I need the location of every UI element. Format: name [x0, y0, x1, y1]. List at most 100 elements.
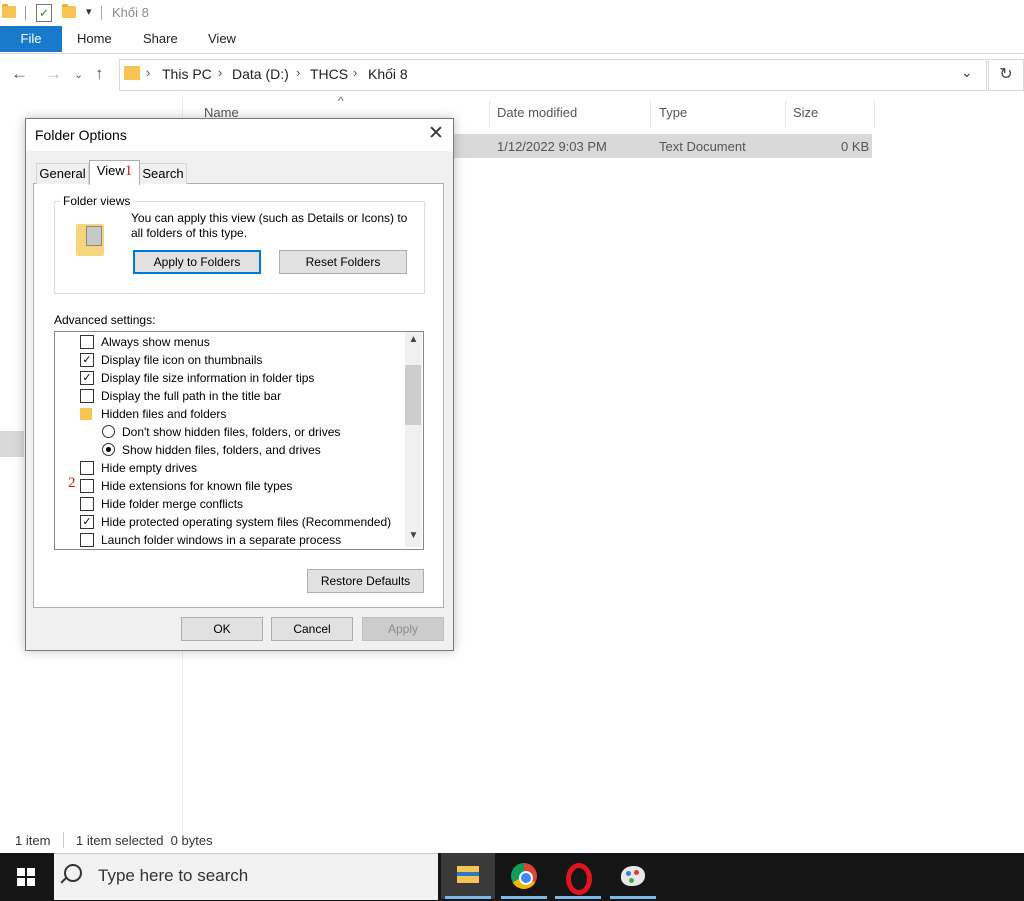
- checkbox[interactable]: [80, 389, 94, 403]
- sort-ascending-icon: ^: [338, 94, 344, 108]
- reset-folders-button[interactable]: Reset Folders: [279, 250, 407, 274]
- tab-view-options[interactable]: View1: [89, 160, 140, 185]
- tab-view[interactable]: View: [208, 26, 236, 52]
- apply-button[interactable]: Apply: [362, 617, 444, 641]
- setting-row[interactable]: Always show menus: [80, 333, 402, 351]
- title-divider: [25, 6, 26, 20]
- paint-icon[interactable]: [606, 853, 660, 899]
- chevron-right-icon[interactable]: ›: [353, 65, 357, 80]
- file-size: 0 KB: [841, 139, 870, 154]
- breadcrumb-current[interactable]: Khối 8: [368, 66, 408, 82]
- setting-label: Show hidden files, folders, and drives: [122, 443, 321, 457]
- column-header-date[interactable]: Date modified: [497, 105, 577, 120]
- checkbox[interactable]: [80, 479, 94, 493]
- column-header-size[interactable]: Size: [793, 105, 818, 120]
- title-divider: [101, 6, 102, 20]
- checkbox-checked[interactable]: ✓: [80, 353, 94, 367]
- properties-icon[interactable]: ✓: [36, 4, 52, 22]
- checkbox-checked[interactable]: ✓: [80, 515, 94, 529]
- tab-file[interactable]: File: [0, 26, 62, 52]
- breadcrumb-thcs[interactable]: THCS: [310, 66, 348, 82]
- ok-button[interactable]: OK: [181, 617, 263, 641]
- setting-row[interactable]: Hide empty drives: [80, 459, 402, 477]
- setting-row[interactable]: Hidden files and folders: [80, 405, 402, 423]
- annotation-marker-2: 2: [68, 475, 76, 491]
- setting-label: Hide folder merge conflicts: [101, 497, 244, 511]
- search-icon: [64, 864, 82, 882]
- setting-row[interactable]: ✓ Display file icon on thumbnails: [80, 351, 402, 369]
- column-divider[interactable]: [489, 100, 490, 128]
- radio-button[interactable]: [102, 425, 115, 438]
- tab-view-label: View: [96, 163, 125, 178]
- setting-label: Launch folder windows in a separate proc…: [101, 533, 342, 547]
- forward-icon[interactable]: →: [45, 64, 62, 84]
- chevron-down-icon[interactable]: ⌄: [961, 64, 973, 81]
- breadcrumb-this-pc[interactable]: This PC: [162, 66, 212, 82]
- tab-home[interactable]: Home: [77, 26, 112, 52]
- scrollbar-thumb[interactable]: [405, 365, 421, 425]
- chevron-right-icon[interactable]: ›: [218, 65, 222, 80]
- setting-row[interactable]: ✓ Display file size information in folder…: [80, 369, 402, 387]
- opera-icon[interactable]: [551, 853, 605, 899]
- close-icon[interactable]: ✕: [424, 122, 448, 146]
- apply-to-folders-button[interactable]: Apply to Folders: [133, 250, 261, 274]
- column-divider[interactable]: [650, 100, 651, 128]
- scroll-down-icon[interactable]: ▼: [405, 530, 422, 546]
- folder-icon: [2, 4, 16, 18]
- checkbox[interactable]: [80, 533, 94, 547]
- folder-views-icon: [76, 224, 104, 256]
- scroll-up-icon[interactable]: ▲: [405, 334, 422, 350]
- setting-label: Hidden files and folders: [101, 407, 227, 421]
- setting-row[interactable]: Hide folder merge conflicts: [80, 495, 402, 513]
- chevron-right-icon[interactable]: ›: [296, 65, 300, 80]
- status-divider: [63, 832, 64, 848]
- setting-label: Display file icon on thumbnails: [101, 353, 263, 367]
- setting-label: Don't show hidden files, folders, or dri…: [122, 425, 341, 439]
- setting-label: Display file size information in folder …: [101, 371, 315, 385]
- setting-row[interactable]: Show hidden files, folders, and drives: [102, 441, 402, 459]
- recent-locations-icon[interactable]: ⌄: [74, 68, 83, 81]
- file-type: Text Document: [659, 139, 746, 154]
- column-divider[interactable]: [785, 100, 786, 128]
- advanced-settings-label: Advanced settings:: [54, 313, 156, 327]
- tab-share[interactable]: Share: [143, 26, 178, 52]
- tab-general[interactable]: General: [36, 163, 89, 184]
- cancel-button[interactable]: Cancel: [271, 617, 353, 641]
- window-title: Khối 8: [112, 5, 149, 20]
- radio-selected[interactable]: [102, 443, 115, 456]
- new-folder-icon[interactable]: [62, 4, 76, 18]
- checkbox[interactable]: [80, 335, 94, 349]
- chrome-icon[interactable]: [497, 853, 551, 899]
- annotation-marker-1: 1: [124, 163, 133, 179]
- setting-label: Always show menus: [101, 335, 210, 349]
- refresh-icon[interactable]: ↻: [988, 59, 1024, 91]
- setting-row[interactable]: Don't show hidden files, folders, or dri…: [102, 423, 402, 441]
- setting-row[interactable]: ✓ Hide protected operating system files (…: [80, 513, 402, 531]
- setting-label: Hide empty drives: [101, 461, 198, 475]
- title-bar: [0, 0, 1024, 26]
- status-item-count: 1 item: [15, 833, 51, 848]
- column-divider[interactable]: [874, 100, 875, 128]
- windows-start-icon[interactable]: [0, 853, 54, 901]
- setting-row[interactable]: Display the full path in the title bar: [80, 387, 402, 405]
- checkbox[interactable]: [80, 497, 94, 511]
- restore-defaults-button[interactable]: Restore Defaults: [307, 569, 424, 593]
- breadcrumb-drive[interactable]: Data (D:): [232, 66, 289, 82]
- folder-views-description: You can apply this view (such as Details…: [131, 211, 408, 240]
- file-date: 1/12/2022 9:03 PM: [497, 139, 607, 154]
- checkbox[interactable]: [80, 461, 94, 475]
- tab-search[interactable]: Search: [139, 163, 187, 184]
- back-icon[interactable]: ←: [11, 64, 28, 84]
- folder-icon: [124, 66, 140, 80]
- checkbox-checked[interactable]: ✓: [80, 371, 94, 385]
- nav-pane-selection[interactable]: [0, 431, 24, 457]
- customize-toolbar-icon[interactable]: ▾: [86, 5, 92, 18]
- setting-label: Hide protected operating system files (R…: [101, 515, 392, 529]
- chevron-right-icon[interactable]: ›: [146, 65, 150, 80]
- status-selection: 1 item selected 0 bytes: [76, 833, 213, 848]
- column-header-type[interactable]: Type: [659, 105, 687, 120]
- setting-row[interactable]: Launch folder windows in a separate proc…: [80, 531, 402, 549]
- setting-row[interactable]: Hide extensions for known file types: [80, 477, 402, 495]
- up-icon[interactable]: ↑: [95, 64, 104, 84]
- file-explorer-icon[interactable]: [441, 853, 495, 899]
